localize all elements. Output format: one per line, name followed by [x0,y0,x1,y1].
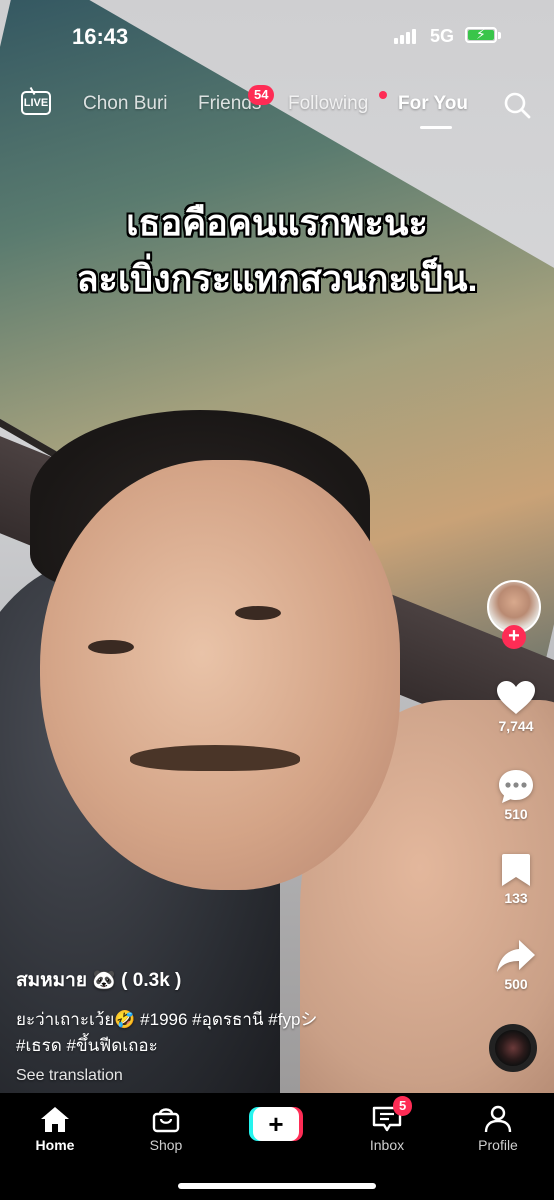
inbox-badge: 5 [393,1096,413,1116]
follow-plus-icon[interactable]: + [502,625,526,649]
tab-shop-label: Shop [149,1137,183,1153]
heart-icon [497,681,535,714]
search-icon[interactable] [503,91,531,119]
status-time: 16:43 [72,24,129,49]
mustache [130,745,300,771]
shopping-bag-icon [152,1108,180,1133]
live-icon[interactable]: LIVE [21,91,51,115]
tab-profile[interactable]: Profile [453,1105,543,1153]
caption-line-1: เธอคือคนแรกพะนะ [126,202,428,243]
tab-following[interactable]: Following [288,93,368,115]
post-info: สมหมาย 🐼 ( 0.3k ) ยะว่าเถาะเว้ย🤣 #1996 #… [16,965,476,1085]
share-button[interactable]: 500 [478,938,554,992]
share-arrow-icon [497,940,535,972]
tab-profile-label: Profile [478,1137,518,1153]
creator-username[interactable]: สมหมาย 🐼 ( 0.3k ) [16,965,476,995]
tab-chon-buri[interactable]: Chon Buri [83,93,168,115]
friends-badge: 54 [248,85,275,105]
description-line-2[interactable]: #เธรด #ขึ้นฟีดเถอะ [16,1033,476,1059]
network-type: 5G [430,26,455,46]
left-eye [88,640,134,654]
status-bar: 16:43 5G ⚡ [0,0,554,70]
tab-home-label: Home [35,1137,75,1153]
video-caption: เธอคือคนแรกพะนะ ละเบิ่งกระแทกสวนกะเป็น. [0,195,554,307]
top-nav: LIVE Chon Buri Friends 54 Following For … [0,85,554,129]
comment-count: 510 [504,806,528,822]
save-button[interactable]: 133 [478,852,554,906]
bottom-tab-bar: Home Shop + Inbox 5 Profile [0,1093,554,1200]
tab-inbox[interactable]: Inbox [342,1105,432,1153]
create-button[interactable]: + [249,1107,303,1141]
see-translation-link[interactable]: See translation [16,1067,476,1085]
like-button[interactable]: 7,744 [478,680,554,734]
home-indicator [178,1183,376,1189]
following-dot [379,91,387,99]
bookmark-icon [502,854,530,886]
save-count: 133 [504,890,528,906]
caption-line-2: ละเบิ่งกระแทกสวนกะเป็น. [76,258,478,299]
music-disc-icon[interactable] [489,1024,537,1072]
description-line-1[interactable]: ยะว่าเถาะเว้ย🤣 #1996 #อุดรธานี #fypシ [16,1007,476,1033]
post-description: ยะว่าเถาะเว้ย🤣 #1996 #อุดรธานี #fypシ #เธ… [16,1007,476,1059]
battery-icon: ⚡ [465,26,497,43]
share-count: 500 [504,976,528,992]
tab-for-you[interactable]: For You [398,93,468,115]
tab-shop[interactable]: Shop [121,1105,211,1153]
comment-icon [499,770,533,803]
tab-home[interactable]: Home [10,1105,100,1153]
plus-icon: + [253,1107,299,1141]
like-count: 7,744 [498,718,534,734]
right-eye [235,606,281,620]
active-tab-indicator [420,126,452,129]
comment-button[interactable]: 510 [478,768,554,822]
battery-tip [498,32,501,39]
tab-inbox-label: Inbox [369,1137,405,1153]
profile-icon [484,1105,512,1133]
video-player[interactable] [0,0,554,1093]
home-icon [41,1107,69,1132]
face [40,460,400,890]
signal-icon [394,29,418,49]
